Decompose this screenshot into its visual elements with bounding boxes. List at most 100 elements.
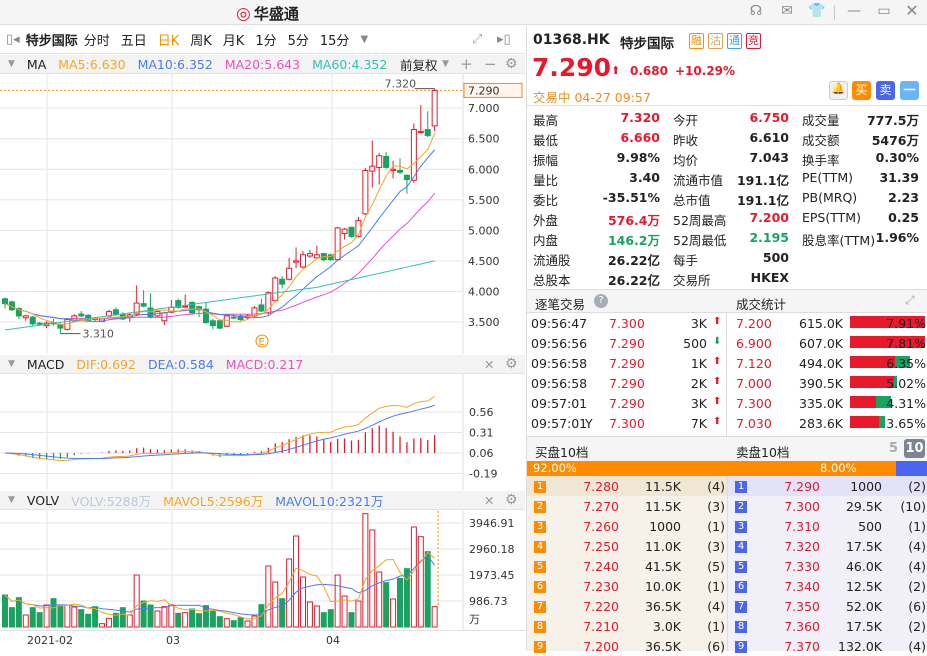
volume-bar[interactable] bbox=[2, 594, 8, 628]
volume-bar[interactable] bbox=[306, 601, 313, 628]
volume-bar[interactable] bbox=[182, 612, 189, 628]
candle-body[interactable] bbox=[431, 89, 438, 127]
ask-row[interactable]: 4 7.320 17.5K (4) bbox=[728, 536, 927, 556]
volume-bar[interactable] bbox=[29, 607, 36, 628]
candle-body[interactable] bbox=[216, 320, 223, 329]
volume-bar[interactable] bbox=[244, 620, 251, 628]
adjust-chevron-icon[interactable]: ▼ bbox=[442, 59, 449, 69]
candle-body[interactable] bbox=[334, 227, 341, 261]
candlestick-chart[interactable]: 7.000 6.500 6.000 5.500 5.000 4.500 4.000 3.500… bbox=[0, 74, 525, 354]
settings-gear-icon[interactable]: ⚙ bbox=[505, 356, 518, 372]
period-tab[interactable]: 月K bbox=[223, 30, 245, 49]
volume-bar[interactable] bbox=[265, 565, 272, 628]
volume-bar[interactable] bbox=[417, 536, 424, 628]
candle-body[interactable] bbox=[286, 267, 293, 280]
zoom-out-icon[interactable]: − bbox=[484, 55, 497, 73]
volume-bar[interactable] bbox=[390, 598, 397, 628]
bid-row[interactable]: 4 7.250 11.0K (3) bbox=[527, 536, 727, 556]
volume-bar[interactable] bbox=[50, 598, 57, 628]
mail-icon[interactable]: ✉ bbox=[777, 3, 797, 19]
volume-bar[interactable] bbox=[71, 606, 78, 628]
volume-bar[interactable] bbox=[230, 620, 237, 628]
volume-bar[interactable] bbox=[168, 604, 175, 628]
maximize-icon[interactable]: ▭ bbox=[874, 3, 894, 19]
candle-body[interactable] bbox=[272, 277, 279, 302]
bid-row[interactable]: 2 7.270 11.5K (3) bbox=[527, 496, 727, 516]
adjust-select[interactable]: 前复权 bbox=[400, 55, 438, 74]
candle-body[interactable] bbox=[22, 315, 29, 319]
volume-bar[interactable] bbox=[424, 551, 431, 628]
volume-bar[interactable] bbox=[431, 606, 438, 628]
volume-bar[interactable] bbox=[376, 571, 383, 628]
alert-bell-icon[interactable]: 🔔 bbox=[829, 81, 848, 100]
candle-body[interactable] bbox=[313, 254, 320, 259]
volume-bar[interactable] bbox=[189, 608, 196, 628]
indicator-name[interactable]: VOLV bbox=[27, 493, 59, 508]
volume-bar[interactable] bbox=[126, 614, 133, 628]
period-tab[interactable]: 1分 bbox=[255, 30, 276, 49]
volume-bar[interactable] bbox=[15, 597, 22, 628]
close-panel-icon[interactable]: ✕ bbox=[484, 357, 494, 372]
period-tab[interactable]: 5分 bbox=[288, 30, 309, 49]
ask-row[interactable]: 2 7.300 29.5K (10) bbox=[728, 496, 927, 516]
bid-row[interactable]: 9 7.200 36.5K (6) bbox=[527, 636, 727, 656]
volume-bar[interactable] bbox=[85, 613, 92, 628]
volume-bar[interactable] bbox=[22, 614, 29, 628]
volume-bar[interactable] bbox=[43, 604, 50, 628]
candle-body[interactable] bbox=[424, 129, 431, 137]
volume-bar[interactable] bbox=[99, 623, 106, 628]
volume-bar[interactable] bbox=[140, 600, 147, 628]
period-tab[interactable]: 周K bbox=[190, 30, 212, 49]
candle-body[interactable] bbox=[36, 322, 43, 325]
volume-bar[interactable] bbox=[8, 607, 15, 628]
period-tab[interactable]: 分时 bbox=[84, 30, 110, 49]
fullscreen-icon[interactable]: ⤢ bbox=[472, 32, 482, 47]
indicator-name[interactable]: MACD bbox=[27, 357, 64, 372]
ask-row[interactable]: 9 7.370 132.0K (4) bbox=[728, 636, 927, 656]
candle-body[interactable] bbox=[2, 298, 8, 305]
volume-bar[interactable] bbox=[196, 613, 203, 628]
expand-right-icon[interactable]: ▸▯ bbox=[497, 32, 511, 47]
candle-body[interactable] bbox=[410, 129, 417, 181]
volume-bar[interactable] bbox=[279, 598, 286, 628]
bid-row[interactable]: 5 7.240 41.5K (5) bbox=[527, 556, 727, 576]
candle-body[interactable] bbox=[369, 165, 376, 172]
candle-body[interactable] bbox=[293, 260, 300, 263]
volume-bar[interactable] bbox=[293, 535, 300, 628]
period-tab[interactable]: 日K bbox=[158, 30, 180, 49]
candle-body[interactable] bbox=[403, 174, 410, 181]
collapse-chevron-icon[interactable]: ▼ bbox=[8, 359, 15, 369]
collapse-left-icon[interactable]: ▯◂ bbox=[6, 32, 20, 47]
volume-bar[interactable] bbox=[327, 609, 334, 628]
candle-body[interactable] bbox=[362, 169, 369, 215]
volume-bar[interactable] bbox=[57, 604, 64, 628]
volume-bar[interactable] bbox=[154, 610, 161, 628]
volume-bar[interactable] bbox=[216, 616, 223, 628]
period-tab[interactable]: 五日 bbox=[121, 30, 147, 49]
indicator-name[interactable]: MA bbox=[27, 57, 46, 72]
bid-row[interactable]: 6 7.230 10.0K (1) bbox=[527, 576, 727, 596]
volume-bar[interactable] bbox=[223, 618, 230, 628]
volume-chart[interactable]: 3946.91 2960.18 1973.45 986.73 万 bbox=[0, 511, 525, 631]
bid-row[interactable]: 1 7.280 11.5K (4) bbox=[527, 476, 727, 496]
candle-body[interactable] bbox=[299, 254, 306, 268]
volume-bar[interactable] bbox=[78, 609, 85, 628]
depth-5-toggle[interactable]: 5 bbox=[889, 441, 898, 456]
close-panel-icon[interactable]: ✕ bbox=[484, 493, 494, 508]
candle-body[interactable] bbox=[182, 305, 189, 308]
ask-row[interactable]: 7 7.350 52.0K (6) bbox=[728, 596, 927, 616]
settings-gear-icon[interactable]: ⚙ bbox=[505, 492, 518, 508]
expand-icon[interactable]: ⤢ bbox=[905, 293, 915, 308]
volume-bar[interactable] bbox=[355, 600, 362, 628]
volume-bar[interactable] bbox=[397, 577, 404, 628]
volume-bar[interactable] bbox=[133, 574, 140, 628]
ask-row[interactable]: 5 7.330 46.0K (4) bbox=[728, 556, 927, 576]
headset-icon[interactable]: ☊ bbox=[746, 3, 766, 19]
sell-button[interactable]: 卖 bbox=[876, 81, 895, 100]
candle-body[interactable] bbox=[112, 309, 119, 316]
volume-bar[interactable] bbox=[64, 604, 71, 628]
volume-bar[interactable] bbox=[348, 612, 355, 628]
bid-row[interactable]: 8 7.210 3.0K (1) bbox=[527, 616, 727, 636]
period-tab[interactable]: 15分 bbox=[320, 30, 350, 49]
settings-gear-icon[interactable]: ⚙ bbox=[505, 56, 518, 72]
